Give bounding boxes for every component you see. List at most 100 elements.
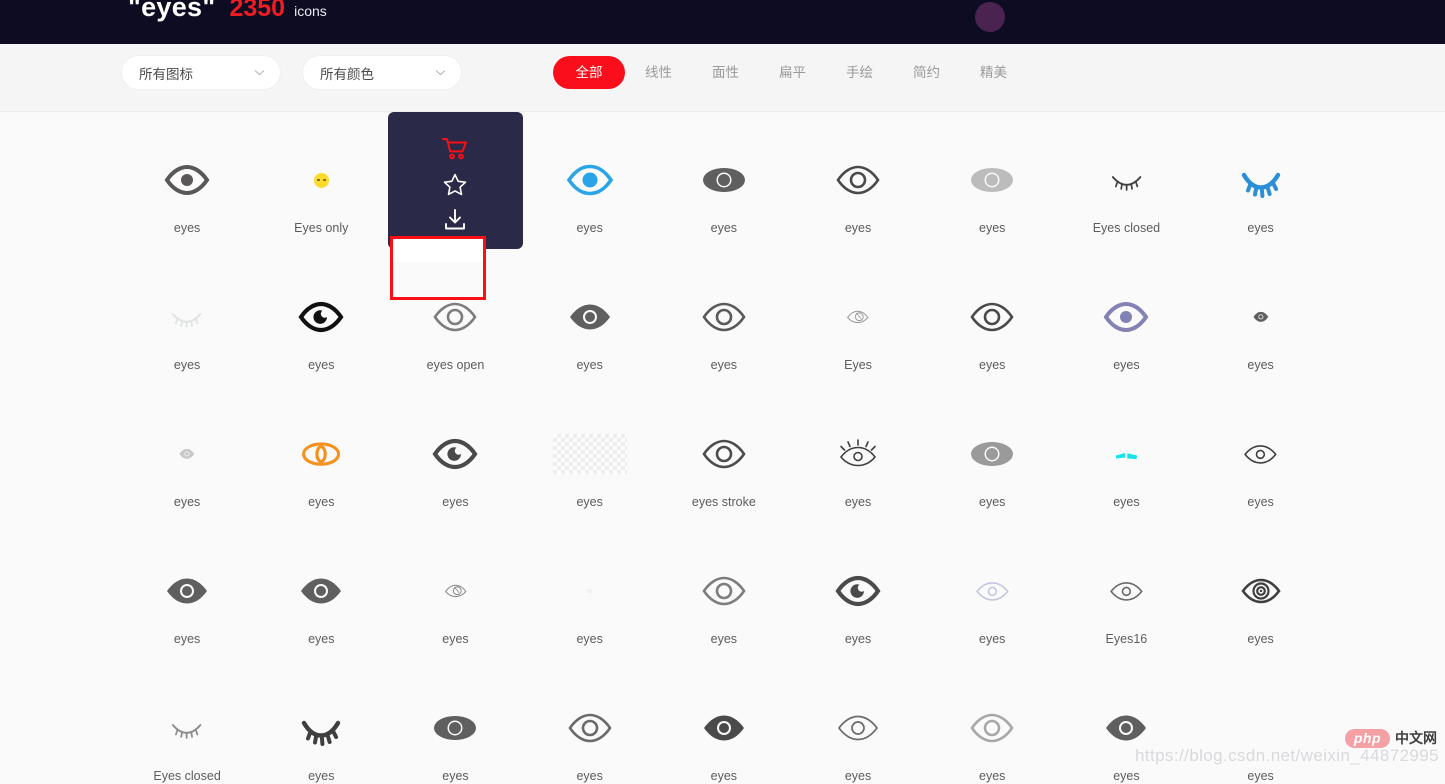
icon-card-caption: eyes open (426, 358, 485, 372)
icon-card-caption: eyes (844, 769, 872, 783)
icon-card[interactable]: eyes (925, 386, 1059, 523)
eye-sketch-oval-icon (254, 430, 388, 478)
icon-card[interactable]: eyes (120, 249, 254, 386)
icon-card-caption: eyes (442, 769, 469, 783)
icon-card[interactable]: eyes (791, 523, 925, 660)
icon-card-caption: eyes (576, 221, 603, 235)
icon-card[interactable]: eyes (120, 112, 254, 249)
color-filter-select-value: 所有颜色 (320, 66, 374, 82)
tab-hand-drawn[interactable]: 手绘 (826, 56, 893, 89)
icon-card[interactable]: eyes (1194, 249, 1328, 386)
icon-card[interactable]: eyes (254, 660, 388, 784)
icon-card[interactable]: eyes (388, 660, 522, 784)
eye-almond-solid-icon (657, 704, 791, 752)
eye-solid-ellipse-icon (925, 156, 1059, 204)
icon-card[interactable]: eyes (523, 660, 657, 784)
eye-bold-pupil-icon (791, 567, 925, 615)
filter-toolbar: 所有图标 所有颜色 全部 线性 面性 扁平 手绘 简约 精美 (0, 44, 1445, 112)
icon-card-caption: eyes (844, 495, 872, 509)
icon-card-caption: eyes (710, 358, 738, 372)
icon-card[interactable]: eyes (523, 523, 657, 660)
tab-simple[interactable]: 简约 (893, 56, 960, 89)
lashes-closed-icon (1059, 156, 1193, 204)
icon-card[interactable]: eyes (657, 249, 791, 386)
icon-card-caption: eyes (576, 358, 603, 372)
icon-card-caption: Eyes closed (153, 769, 221, 783)
eye-thin-sketch-icon (388, 567, 522, 615)
result-count: 2350 (229, 0, 286, 22)
chevron-down-icon (253, 66, 266, 79)
icon-card-caption: eyes (1247, 495, 1274, 509)
eye-outline-ring-icon (657, 567, 791, 615)
icon-card[interactable]: eyes (925, 112, 1059, 249)
icon-type-select[interactable]: 所有图标 (122, 56, 280, 89)
avatar[interactable] (975, 2, 1005, 32)
top-header-bar: "eyes" 2350 icons (0, 0, 1445, 44)
icon-card[interactable]: eyes (791, 660, 925, 784)
watermark-logo: php 中文网 (1344, 728, 1437, 748)
icon-card-caption: eyes (710, 221, 738, 235)
download-icon[interactable] (443, 208, 467, 231)
icon-card[interactable]: eyes (388, 386, 522, 523)
eye-almond-solid-icon (1059, 704, 1193, 752)
checkerboard-icon (523, 430, 657, 478)
icon-card-caption: eyes (173, 221, 201, 235)
eye-outline-ring-icon (925, 704, 1059, 752)
icon-card[interactable]: eyes (523, 386, 657, 523)
icon-card-caption: eyes (576, 769, 603, 783)
icon-card[interactable]: eyes open (388, 249, 522, 386)
icon-card[interactable]: eyes (120, 386, 254, 523)
tab-linear[interactable]: 线性 (625, 56, 692, 89)
icon-card-caption: eyes (1113, 358, 1140, 372)
icon-card[interactable]: eyes (1059, 660, 1193, 784)
icon-card[interactable]: eyes stroke (657, 386, 791, 523)
tab-refined[interactable]: 精美 (960, 56, 1027, 89)
icon-card-caption: Eyes only (294, 221, 349, 235)
lashes-closed-icon (120, 704, 254, 752)
cart-icon[interactable] (442, 137, 468, 161)
icon-card[interactable]: eyes (657, 523, 791, 660)
icon-card[interactable]: Eyes closed (120, 660, 254, 784)
icon-card[interactable]: eyes (388, 523, 522, 660)
icon-card[interactable]: eyes (254, 249, 388, 386)
eye-bold-pupil-icon (388, 430, 522, 478)
icon-card-caption: eyes (710, 632, 738, 646)
tab-all[interactable]: 全部 (553, 56, 625, 89)
icon-card[interactable]: eyes (1194, 386, 1328, 523)
icon-card-caption: eyes (844, 221, 872, 235)
icon-card-hovered[interactable]: eyes (388, 112, 523, 255)
icon-card[interactable]: eyes (523, 112, 657, 249)
icon-card[interactable]: eyes (1059, 386, 1193, 523)
icon-card[interactable]: eyes (791, 112, 925, 249)
icon-card[interactable]: Eyes closed (1059, 112, 1193, 249)
icon-card[interactable]: eyes (925, 249, 1059, 386)
eye-bold-pupil-icon (254, 293, 388, 341)
icon-card[interactable]: Eyes only (254, 112, 388, 249)
icon-card-caption: eyes (1247, 632, 1274, 646)
icon-card-caption: eyes (979, 495, 1006, 509)
icon-card[interactable]: eyes (657, 660, 791, 784)
icon-card[interactable]: eyes (657, 112, 791, 249)
icon-card[interactable]: eyes (925, 660, 1059, 784)
eye-spiral-icon (1194, 567, 1328, 615)
icon-card[interactable]: eyes (1194, 523, 1328, 660)
icon-card[interactable]: eyes (254, 523, 388, 660)
icon-card[interactable]: eyes (120, 523, 254, 660)
icon-card[interactable]: eyes (1059, 249, 1193, 386)
icon-card[interactable]: Eyes (791, 249, 925, 386)
color-filter-select[interactable]: 所有颜色 (303, 56, 461, 89)
icon-card-caption: eyes (173, 358, 201, 372)
eye-solid-ellipse-icon (657, 156, 791, 204)
lashes-closed-bold-icon (1194, 156, 1328, 204)
icon-card[interactable]: Eyes16 (1059, 523, 1193, 660)
tab-filled[interactable]: 面性 (692, 56, 759, 89)
eye-thin-sketch-icon (791, 293, 925, 341)
star-icon[interactable] (443, 173, 467, 196)
tab-flat[interactable]: 扁平 (759, 56, 826, 89)
icon-card[interactable]: eyes (791, 386, 925, 523)
icon-card[interactable]: eyes (254, 386, 388, 523)
icon-card[interactable]: eyes (1194, 660, 1328, 784)
icon-card[interactable]: eyes (1194, 112, 1328, 249)
icon-card[interactable]: eyes (925, 523, 1059, 660)
icon-card[interactable]: eyes (523, 249, 657, 386)
